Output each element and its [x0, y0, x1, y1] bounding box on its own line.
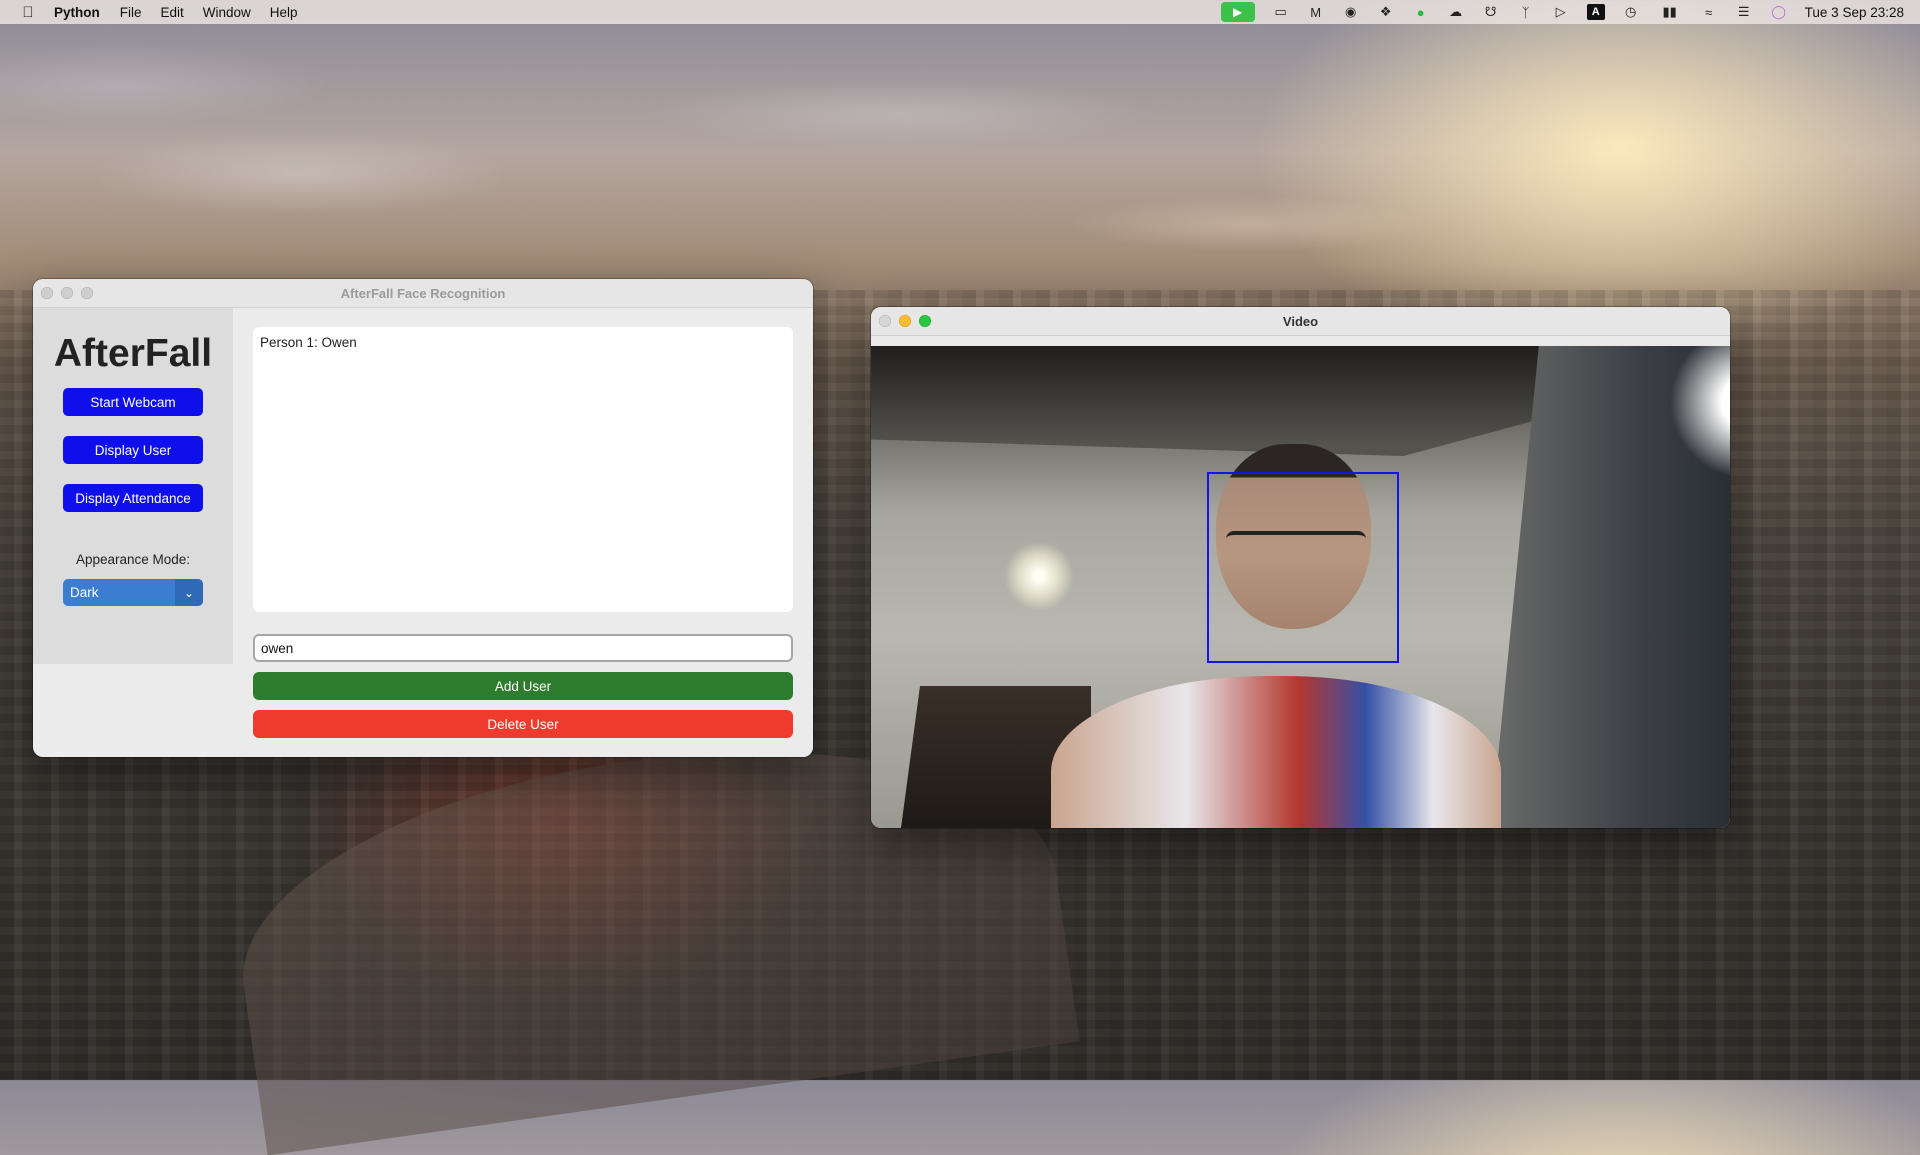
display-attendance-button[interactable]: Display Attendance	[63, 484, 203, 512]
lamp-light	[1004, 541, 1074, 611]
menu-bar:  Python File Edit Window Help ▶ ▭ M ◉ ❖…	[0, 0, 1920, 24]
appearance-mode-label: Appearance Mode:	[75, 552, 191, 567]
wallpaper-clouds	[0, 24, 1920, 264]
clipboard-icon[interactable]: ▭	[1272, 4, 1290, 20]
light-glare	[1651, 346, 1730, 486]
headphones-icon[interactable]: ☋	[1482, 4, 1500, 20]
video-titlebar[interactable]: Video	[871, 307, 1730, 336]
main-content: Person 1: Owen Add User Delete User	[233, 308, 813, 757]
output-text: Person 1: Owen	[260, 335, 357, 350]
zoom-window-button[interactable]	[81, 287, 93, 299]
zoom-window-button[interactable]	[919, 315, 931, 327]
siri-icon[interactable]: ◯	[1770, 4, 1788, 20]
brand-title: AfterFall	[53, 332, 213, 375]
display-user-button[interactable]: Display User	[63, 436, 203, 464]
menu-edit[interactable]: Edit	[161, 5, 184, 20]
control-center-icon[interactable]: ☰	[1735, 4, 1753, 20]
minimize-window-button[interactable]	[899, 315, 911, 327]
battery-icon[interactable]: ▮▮	[1657, 4, 1683, 20]
video-window: Video	[871, 307, 1730, 828]
keyboard-input-icon[interactable]: A	[1586, 4, 1605, 20]
malwarebytes-icon[interactable]: M	[1307, 4, 1325, 20]
afterfall-titlebar[interactable]: AfterFall Face Recognition	[33, 279, 813, 308]
bluetooth-icon[interactable]: ᛉ	[1517, 4, 1535, 20]
line-icon[interactable]: ●	[1412, 4, 1430, 20]
start-webcam-button[interactable]: Start Webcam	[63, 388, 203, 416]
minimize-window-button[interactable]	[61, 287, 73, 299]
face-detection-box	[1207, 472, 1399, 663]
add-user-button[interactable]: Add User	[253, 672, 793, 700]
menu-file[interactable]: File	[120, 5, 142, 20]
menu-clock[interactable]: Tue 3 Sep 23:28	[1805, 5, 1904, 20]
appearance-mode-value[interactable]: Dark	[63, 579, 175, 606]
wifi-icon[interactable]: ≈	[1700, 4, 1718, 20]
afterfall-window: AfterFall Face Recognition AfterFall Sta…	[33, 279, 813, 757]
creative-cloud-icon[interactable]: ◉	[1342, 4, 1360, 20]
time-machine-icon[interactable]: ◷	[1622, 4, 1640, 20]
sidebar: AfterFall Start Webcam Display User Disp…	[33, 308, 233, 664]
delete-user-button[interactable]: Delete User	[253, 710, 793, 738]
username-input[interactable]	[253, 634, 793, 662]
webcam-feed	[871, 346, 1730, 828]
play-circle-icon[interactable]: ▷	[1552, 4, 1570, 20]
appearance-mode-select[interactable]: Dark ⌄	[63, 579, 203, 606]
video-window-title: Video	[1282, 313, 1319, 329]
menu-help[interactable]: Help	[270, 5, 298, 20]
cloud-icon[interactable]: ☁	[1447, 4, 1465, 20]
apple-logo-icon[interactable]: 	[20, 4, 36, 21]
window-title: AfterFall Face Recognition	[340, 285, 506, 301]
chevron-down-icon[interactable]: ⌄	[175, 579, 203, 606]
facetime-icon[interactable]: ▶	[1220, 2, 1255, 22]
close-window-button[interactable]	[41, 287, 53, 299]
menu-window[interactable]: Window	[203, 5, 251, 20]
person-body	[1051, 676, 1501, 828]
close-window-button[interactable]	[879, 315, 891, 327]
gear-diamond-icon[interactable]: ❖	[1377, 4, 1395, 20]
output-textbox[interactable]: Person 1: Owen	[253, 327, 793, 612]
menu-app-name[interactable]: Python	[54, 5, 100, 20]
